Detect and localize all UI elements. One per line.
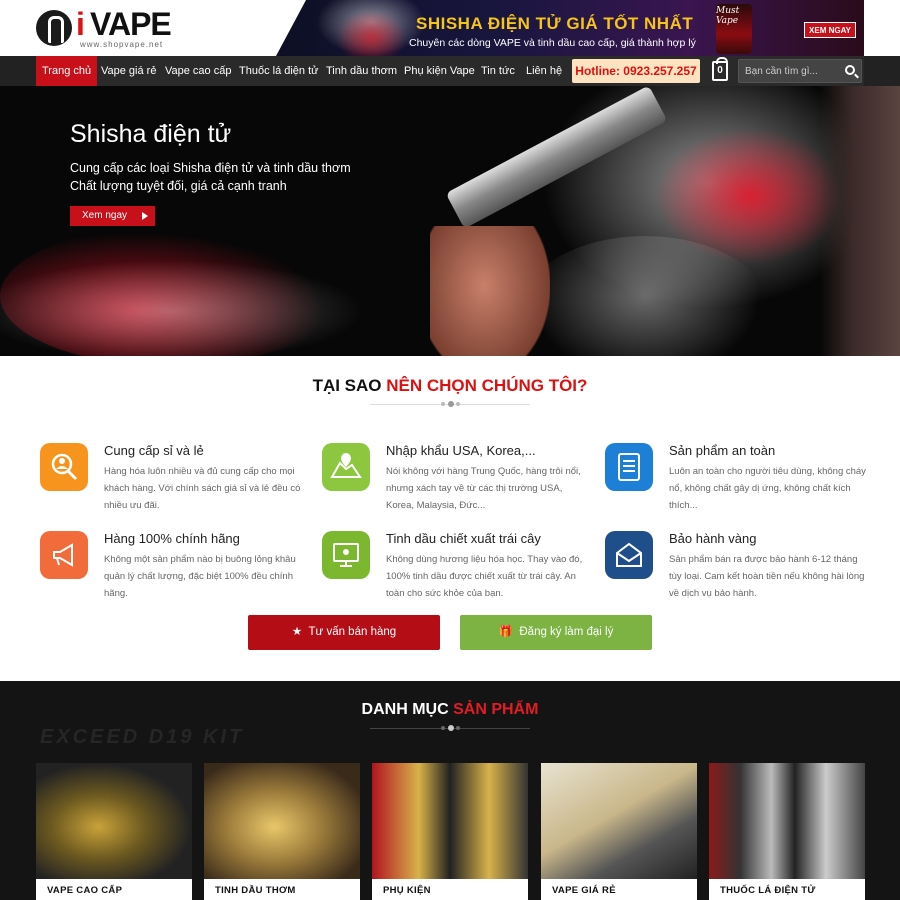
nav-item-premium-vape[interactable]: Vape cao cấp: [165, 56, 231, 86]
feature-fruit-oil: Tinh dầu chiết xuất trái cây Không dùng …: [322, 531, 582, 611]
why-section-title: TẠI SAO NÊN CHỌN CHÚNG TÔI?: [0, 376, 900, 396]
cart-icon[interactable]: 0: [712, 57, 728, 81]
banner-smoke-red-image: [336, 10, 406, 56]
category-card-cheap-vape[interactable]: VAPE GIÁ RẺ: [541, 763, 697, 900]
category-card-premium-vape[interactable]: VAPE CAO CẤP: [36, 763, 192, 900]
feature-title: Nhập khẩu USA, Korea,...: [386, 443, 536, 458]
logo-mark-icon: [36, 10, 72, 46]
hero-face-image: [820, 86, 900, 356]
why-title-red: NÊN CHỌN CHÚNG TÔI?: [386, 376, 588, 395]
feature-title: Cung cấp sỉ và lẻ: [104, 443, 204, 458]
hero-line-1: Cung cấp các loại Shisha điện tử và tinh…: [70, 161, 351, 175]
document-icon: [605, 443, 653, 491]
megaphone-icon: [40, 531, 88, 579]
feature-title: Sản phẩm an toàn: [669, 443, 776, 458]
feature-imported: Nhập khẩu USA, Korea,... Nói không với h…: [322, 443, 582, 523]
logo-brand-vape: VAPE: [90, 6, 172, 42]
nav-item-contact[interactable]: Liên hệ: [526, 56, 562, 86]
divider-dots: [441, 401, 461, 408]
feature-description: Sản phẩm bán ra được bảo hành 6-12 tháng…: [669, 554, 865, 599]
banner-subtitle: Chuyên các dòng VAPE và tinh dầu cao cấp…: [409, 37, 696, 49]
nav-item-news[interactable]: Tin tức: [481, 56, 515, 86]
category-image: [204, 763, 360, 879]
nav-item-cheap-vape[interactable]: Vape giá rẻ: [101, 56, 156, 86]
feature-description: Luôn an toàn cho người tiêu dùng, không …: [669, 466, 866, 511]
hero-title: Shisha điện tử: [70, 120, 232, 148]
hero-slider: Shisha điện tử Cung cấp các loại Shisha …: [0, 86, 900, 356]
category-title-white: DANH MỤC: [361, 701, 454, 718]
category-section: EXCEED D19 KIT DANH MỤC SẢN PHẨM VAPE CA…: [0, 681, 900, 900]
consult-sales-label: Tư vấn bán hàng: [308, 626, 397, 638]
category-card-accessories[interactable]: PHỤ KIỆN: [372, 763, 528, 900]
register-agent-label: Đăng ký làm đại lý: [519, 626, 614, 638]
category-label: VAPE CAO CẤP: [47, 885, 123, 896]
search-input[interactable]: [745, 60, 841, 82]
site-logo[interactable]: i VAPE www.shopvape.net: [36, 6, 186, 50]
search-icon[interactable]: [845, 65, 855, 75]
divider-dots: [441, 725, 461, 732]
gift-icon: 🎁: [498, 626, 520, 638]
search-user-icon: [40, 443, 88, 491]
hero-hand-image: [430, 226, 550, 356]
nav-bg-right: [864, 56, 900, 86]
category-card-e-cigarette[interactable]: THUỐC LÁ ĐIỆN TỬ: [709, 763, 865, 900]
category-label: PHỤ KIỆN: [383, 885, 431, 896]
banner-view-now-button[interactable]: XEM NGAY: [804, 22, 856, 38]
banner-title: SHISHA ĐIỆN TỬ GIÁ TỐT NHẤT: [416, 14, 694, 33]
logo-brand-i: i: [76, 6, 85, 42]
nav-item-essential-oil[interactable]: Tinh dầu thơm: [326, 56, 397, 86]
feature-description: Không dùng hương liệu hóa học. Thay vào …: [386, 554, 583, 599]
register-agent-button[interactable]: 🎁 Đăng ký làm đại lý: [460, 615, 652, 650]
nav-bg-left: [0, 56, 36, 86]
category-image: [709, 763, 865, 879]
star-icon: ★: [291, 626, 309, 638]
category-section-title: DANH MỤC SẢN PHẨM: [0, 701, 900, 719]
category-watermark: EXCEED D19 KIT: [40, 726, 245, 748]
hero-view-now-button[interactable]: Xem ngay: [70, 206, 155, 226]
why-title-black: TẠI SAO: [312, 376, 387, 395]
main-nav: Trang chủ Vape giá rẻ Vape cao cấp Thuốc…: [36, 56, 864, 86]
monitor-icon: [322, 531, 370, 579]
nav-item-e-cigarette[interactable]: Thuốc lá điện tử: [239, 56, 319, 86]
feature-title: Tinh dầu chiết xuất trái cây: [386, 531, 541, 546]
feature-wholesale-retail: Cung cấp sỉ và lẻ Hàng hóa luôn nhiều và…: [40, 443, 300, 523]
hotline-badge[interactable]: Hotline: 0923.257.257: [572, 59, 700, 83]
logo-url: www.shopvape.net: [80, 40, 164, 49]
feature-safe-product: Sản phẩm an toàn Luôn an toàn cho người …: [605, 443, 866, 523]
feature-title: Bảo hành vàng: [669, 531, 757, 546]
category-title-red: SẢN PHẨM: [453, 701, 539, 718]
category-image: [372, 763, 528, 879]
header-promo-banner[interactable]: SHISHA ĐIỆN TỬ GIÁ TỐT NHẤT Chuyên các d…: [276, 0, 864, 56]
category-label: THUỐC LÁ ĐIỆN TỬ: [720, 885, 816, 896]
feature-description: Không một sản phẩm nào bị buông lỏng khâ…: [104, 554, 296, 599]
play-arrow-icon: [142, 212, 148, 220]
feature-title: Hàng 100% chính hãng: [104, 531, 240, 546]
hero-button-label: Xem ngay: [82, 210, 128, 221]
mail-icon: [605, 531, 653, 579]
category-label: VAPE GIÁ RẺ: [552, 885, 616, 896]
category-image: [36, 763, 192, 879]
search-box: [738, 59, 862, 83]
category-label: TINH DẦU THƠM: [215, 885, 296, 896]
feature-description: Nói không với hàng Trung Quốc, hàng trôi…: [386, 466, 581, 511]
nav-item-accessories[interactable]: Phụ kiện Vape: [404, 56, 475, 86]
banner-bottle-label: Must Vape: [716, 6, 740, 26]
feature-description: Hàng hóa luôn nhiều và đủ cung cấp cho m…: [104, 466, 301, 511]
category-card-essential-oil[interactable]: TINH DẦU THƠM: [204, 763, 360, 900]
category-image: [541, 763, 697, 879]
map-pin-icon: [322, 443, 370, 491]
hero-line-2: Chất lượng tuyệt đối, giá cả cạnh tranh: [70, 179, 287, 193]
feature-gold-warranty: Bảo hành vàng Sản phẩm bán ra được bảo h…: [605, 531, 865, 611]
consult-sales-button[interactable]: ★ Tư vấn bán hàng: [248, 615, 440, 650]
header: i VAPE www.shopvape.net SHISHA ĐIỆN TỬ G…: [0, 0, 900, 56]
feature-genuine: Hàng 100% chính hãng Không một sản phẩm …: [40, 531, 300, 611]
nav-item-home[interactable]: Trang chủ: [36, 56, 98, 86]
